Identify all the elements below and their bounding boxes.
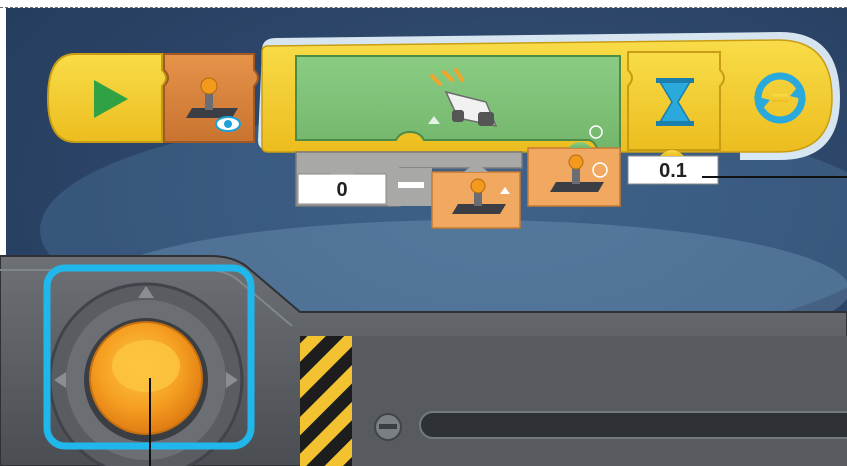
hazard-stripe [300, 336, 352, 466]
app-screen: 0 − 0.1 [0, 0, 847, 466]
start-block[interactable] [46, 53, 167, 143]
wait-seconds-text: 0.1 [659, 160, 687, 182]
program-scene [0, 32, 847, 466]
minus-operator-icon [398, 182, 424, 188]
up-sensor-block[interactable] [431, 166, 521, 229]
offset-value-text: 0 [336, 179, 348, 201]
slider-track[interactable] [419, 411, 847, 439]
joystick-control[interactable] [48, 282, 244, 466]
steer-sensor-block[interactable] [527, 142, 621, 207]
motor-block[interactable] [295, 55, 621, 151]
slider-minus-icon[interactable] [374, 413, 402, 441]
wait-block[interactable] [627, 51, 725, 151]
watch-sensor-block[interactable] [163, 53, 259, 143]
